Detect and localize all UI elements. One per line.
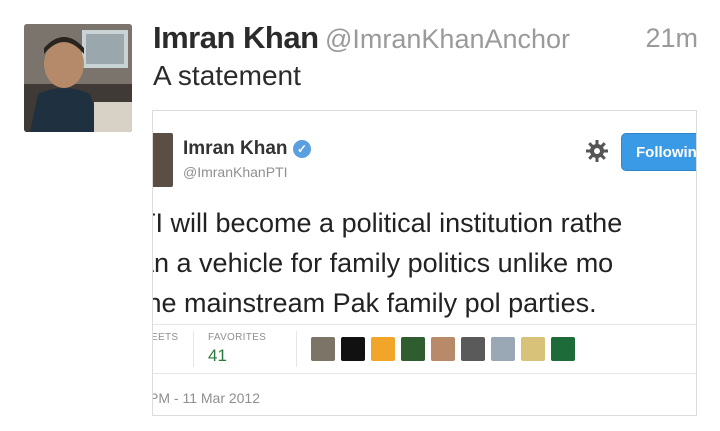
embedded-tweet-image[interactable]: Imran Khan ✓ @ImranKhanPTI Followin TI w… [152, 110, 697, 416]
divider [296, 331, 297, 367]
following-button: Followin [621, 133, 696, 171]
profile-avatar[interactable] [24, 24, 132, 132]
embedded-avatar [153, 133, 173, 187]
author-name[interactable]: Imran Khan [153, 20, 319, 56]
embedded-text-line: TI will become a political institution r… [152, 208, 623, 238]
embedded-author-handle: @ImranKhanPTI [183, 164, 288, 180]
favorites-count: 41 [208, 346, 227, 365]
retweets-label: EETS [152, 332, 179, 343]
embedded-tweet-text: TI will become a political institution r… [152, 203, 696, 323]
embedded-date: PM - 11 Mar 2012 [152, 390, 261, 406]
profile-photo-icon [24, 24, 132, 132]
divider [153, 324, 696, 325]
favorites-label: FAVORITES [208, 332, 267, 343]
favoriter-avatar [521, 337, 545, 361]
embedded-text-line: the mainstream Pak family pol parties. [152, 288, 597, 318]
embedded-text-line: an a vehicle for family politics unlike … [152, 248, 614, 278]
divider [153, 373, 696, 374]
favoriter-avatar [401, 337, 425, 361]
tweet-text: A statement [153, 60, 301, 91]
favoriter-avatar [311, 337, 335, 361]
favoriter-avatar [551, 337, 575, 361]
divider [193, 331, 194, 367]
author-handle[interactable]: @ImranKhanAnchor [325, 24, 570, 55]
tweet-timestamp[interactable]: 21m [645, 23, 698, 54]
favoriter-avatar [341, 337, 365, 361]
favoriter-avatar [431, 337, 455, 361]
favoriter-avatar [371, 337, 395, 361]
embedded-author-name: Imran Khan [183, 138, 288, 159]
verified-check-icon: ✓ [293, 140, 311, 158]
gear-icon [586, 140, 608, 162]
favoriter-avatar [491, 337, 515, 361]
favoriter-avatar [461, 337, 485, 361]
tweet-header: Imran Khan @ImranKhanAnchor 21m [153, 20, 698, 60]
